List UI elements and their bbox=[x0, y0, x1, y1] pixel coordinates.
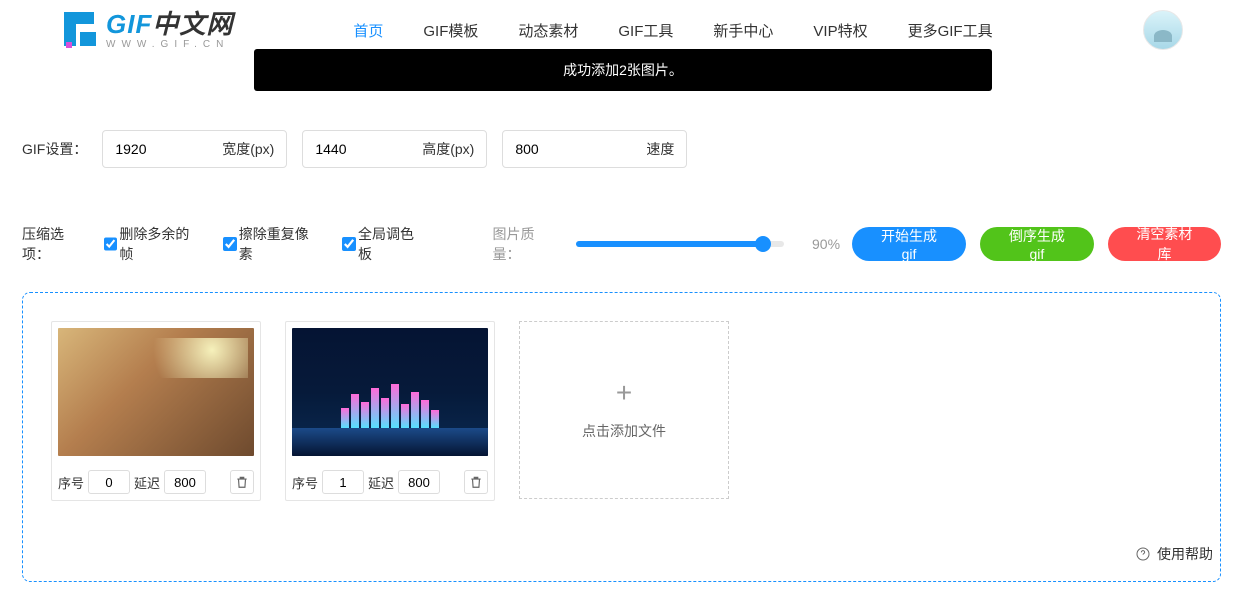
speed-input[interactable] bbox=[515, 141, 575, 157]
asset-canvas: 序号 延迟 序号 延迟 bbox=[22, 292, 1221, 582]
cb-erase-dup-pixels[interactable] bbox=[223, 237, 237, 251]
height-input-group: 高度(px) bbox=[302, 130, 487, 168]
delay-input[interactable] bbox=[164, 470, 206, 494]
reverse-generate-button[interactable]: 倒序生成gif bbox=[980, 227, 1094, 261]
order-label: 序号 bbox=[58, 473, 84, 492]
delay-label: 延迟 bbox=[368, 473, 394, 492]
asset-thumbnail bbox=[58, 328, 254, 456]
clear-library-button[interactable]: 清空素材库 bbox=[1108, 227, 1221, 261]
gif-settings-row: GIF设置： 宽度(px) 高度(px) 速度 bbox=[0, 130, 1243, 168]
logo-subtitle: WWW.GIF.CN bbox=[106, 39, 233, 50]
order-input[interactable] bbox=[88, 470, 130, 494]
order-label: 序号 bbox=[292, 473, 318, 492]
main-nav: 首页 GIF模板 动态素材 GIF工具 新手中心 VIP特权 更多GIF工具 bbox=[353, 20, 992, 41]
cb-global-palette-label: 全局调色板 bbox=[358, 224, 427, 264]
width-input[interactable] bbox=[115, 141, 175, 157]
cb-global-palette[interactable] bbox=[342, 237, 356, 251]
speed-suffix: 速度 bbox=[646, 139, 674, 159]
asset-thumbnail bbox=[292, 328, 488, 456]
question-circle-icon bbox=[1135, 546, 1151, 562]
quality-value: 90% bbox=[812, 236, 840, 252]
cb-remove-extra-frames[interactable] bbox=[104, 237, 118, 251]
logo-text: GIF中文网 bbox=[106, 11, 233, 37]
height-input[interactable] bbox=[315, 141, 375, 157]
toast-message: 成功添加2张图片。 bbox=[254, 49, 992, 91]
trash-icon bbox=[469, 475, 483, 489]
asset-card[interactable]: 序号 延迟 bbox=[285, 321, 495, 501]
plus-icon: + bbox=[616, 379, 632, 407]
height-suffix: 高度(px) bbox=[422, 139, 474, 159]
order-input[interactable] bbox=[322, 470, 364, 494]
nav-vip[interactable]: VIP特权 bbox=[813, 20, 867, 41]
delete-button[interactable] bbox=[230, 470, 254, 494]
speed-input-group: 速度 bbox=[502, 130, 687, 168]
asset-card[interactable]: 序号 延迟 bbox=[51, 321, 261, 501]
nav-gif-tools[interactable]: GIF工具 bbox=[618, 20, 673, 41]
cb-erase-dup-pixels-label: 擦除重复像素 bbox=[239, 224, 322, 264]
compress-options-row: 压缩选项： 删除多余的帧 擦除重复像素 全局调色板 图片质量： 90% 开始生成… bbox=[0, 224, 1243, 264]
delay-label: 延迟 bbox=[134, 473, 160, 492]
logo[interactable]: GIF中文网 WWW.GIF.CN bbox=[60, 10, 233, 50]
nav-dynamic-assets[interactable]: 动态素材 bbox=[518, 20, 578, 41]
cb-remove-extra-frames-label: 删除多余的帧 bbox=[119, 224, 202, 264]
trash-icon bbox=[235, 475, 249, 489]
quality-slider[interactable] bbox=[576, 241, 784, 247]
width-input-group: 宽度(px) bbox=[102, 130, 287, 168]
nav-more-tools[interactable]: 更多GIF工具 bbox=[908, 20, 993, 41]
nav-gif-template[interactable]: GIF模板 bbox=[423, 20, 478, 41]
nav-home[interactable]: 首页 bbox=[353, 20, 383, 41]
generate-gif-button[interactable]: 开始生成gif bbox=[852, 227, 966, 261]
help-label: 使用帮助 bbox=[1157, 544, 1213, 564]
add-file-label: 点击添加文件 bbox=[582, 421, 666, 441]
avatar[interactable] bbox=[1143, 10, 1183, 50]
delay-input[interactable] bbox=[398, 470, 440, 494]
gif-settings-label: GIF设置： bbox=[22, 139, 87, 159]
compress-label: 压缩选项： bbox=[22, 224, 92, 264]
quality-label: 图片质量： bbox=[492, 224, 561, 264]
add-file-card[interactable]: + 点击添加文件 bbox=[519, 321, 729, 499]
quality-control: 图片质量： 90% bbox=[492, 224, 840, 264]
help-link[interactable]: 使用帮助 bbox=[1135, 544, 1213, 564]
width-suffix: 宽度(px) bbox=[222, 139, 274, 159]
logo-mark-icon bbox=[60, 10, 104, 50]
nav-newbie[interactable]: 新手中心 bbox=[713, 20, 773, 41]
delete-button[interactable] bbox=[464, 470, 488, 494]
